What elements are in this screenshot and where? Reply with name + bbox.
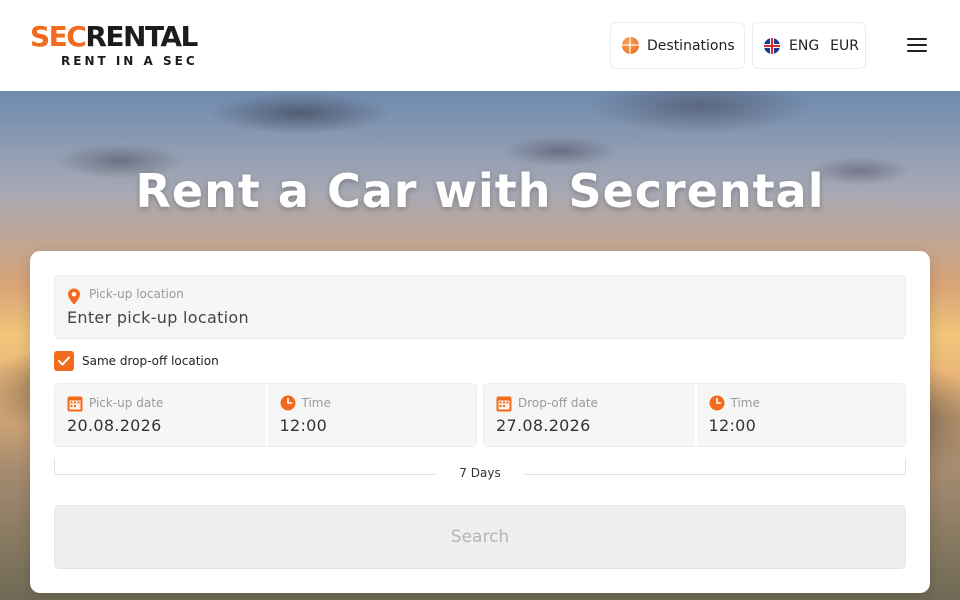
globe-icon [622, 37, 639, 54]
secrental-logo[interactable]: SECRENTAL RENT IN A SEC [30, 22, 230, 70]
pickup-time-label: Time [301, 396, 331, 410]
search-card: Pick-up location Enter pick-up location … [30, 251, 930, 593]
destinations-button[interactable]: Destinations [610, 22, 745, 69]
logo-tagline: RENT IN A SEC [61, 54, 198, 68]
currency-code: EUR [830, 37, 859, 54]
dropoff-date-label: Drop-off date [518, 396, 598, 410]
pickup-time-field[interactable]: Time 12:00 [265, 384, 477, 446]
check-icon [58, 356, 70, 366]
dropoff-date-field[interactable]: Drop-off date 27.08.2026 [484, 384, 695, 446]
pickup-location-label: Pick-up location [89, 287, 184, 301]
same-dropoff-label: Same drop-off location [82, 354, 219, 368]
pickup-datetime-group: Pick-up date 20.08.2026 Time 12:00 [54, 383, 477, 447]
dropoff-datetime-group: Drop-off date 27.08.2026 Time 12:00 [483, 383, 906, 447]
hero-title: Rent a Car with Secrental [135, 164, 825, 218]
logo-word-rental: RENTAL [85, 20, 198, 53]
calendar-icon [496, 396, 512, 412]
uk-flag-icon [764, 37, 780, 54]
dropoff-time-label: Time [730, 396, 760, 410]
search-button[interactable]: Search [54, 505, 906, 569]
pickup-time-value: 12:00 [279, 416, 328, 435]
pickup-date-field[interactable]: Pick-up date 20.08.2026 [55, 384, 266, 446]
map-pin-icon [68, 288, 80, 305]
rental-duration-label: 7 Days [459, 466, 501, 480]
pickup-date-label: Pick-up date [89, 396, 164, 410]
dropoff-time-value: 12:00 [708, 416, 757, 435]
destinations-label: Destinations [647, 37, 735, 54]
duration-bracket-right [905, 459, 906, 475]
dropoff-date-value: 27.08.2026 [496, 416, 591, 435]
logo-word-sec: SEC [30, 20, 87, 53]
hamburger-menu-icon[interactable] [904, 35, 930, 57]
calendar-icon [67, 396, 83, 412]
site-header: SECRENTAL RENT IN A SEC Destinations ENG… [0, 0, 960, 91]
pickup-date-value: 20.08.2026 [67, 416, 162, 435]
language-currency-selector[interactable]: ENG EUR [752, 22, 866, 69]
clock-icon [709, 395, 724, 411]
clock-icon [280, 395, 295, 411]
dropoff-time-field[interactable]: Time 12:00 [694, 384, 906, 446]
same-dropoff-checkbox[interactable] [54, 351, 74, 371]
logo-wordmark: SECRENTAL [30, 22, 230, 52]
rental-duration: 7 Days [54, 459, 906, 480]
pickup-location-field[interactable]: Pick-up location Enter pick-up location [54, 275, 906, 339]
pickup-location-input[interactable]: Enter pick-up location [67, 308, 249, 327]
duration-line-right [524, 474, 906, 475]
language-code: ENG [789, 37, 820, 54]
same-dropoff-checkbox-row[interactable]: Same drop-off location [54, 351, 219, 371]
